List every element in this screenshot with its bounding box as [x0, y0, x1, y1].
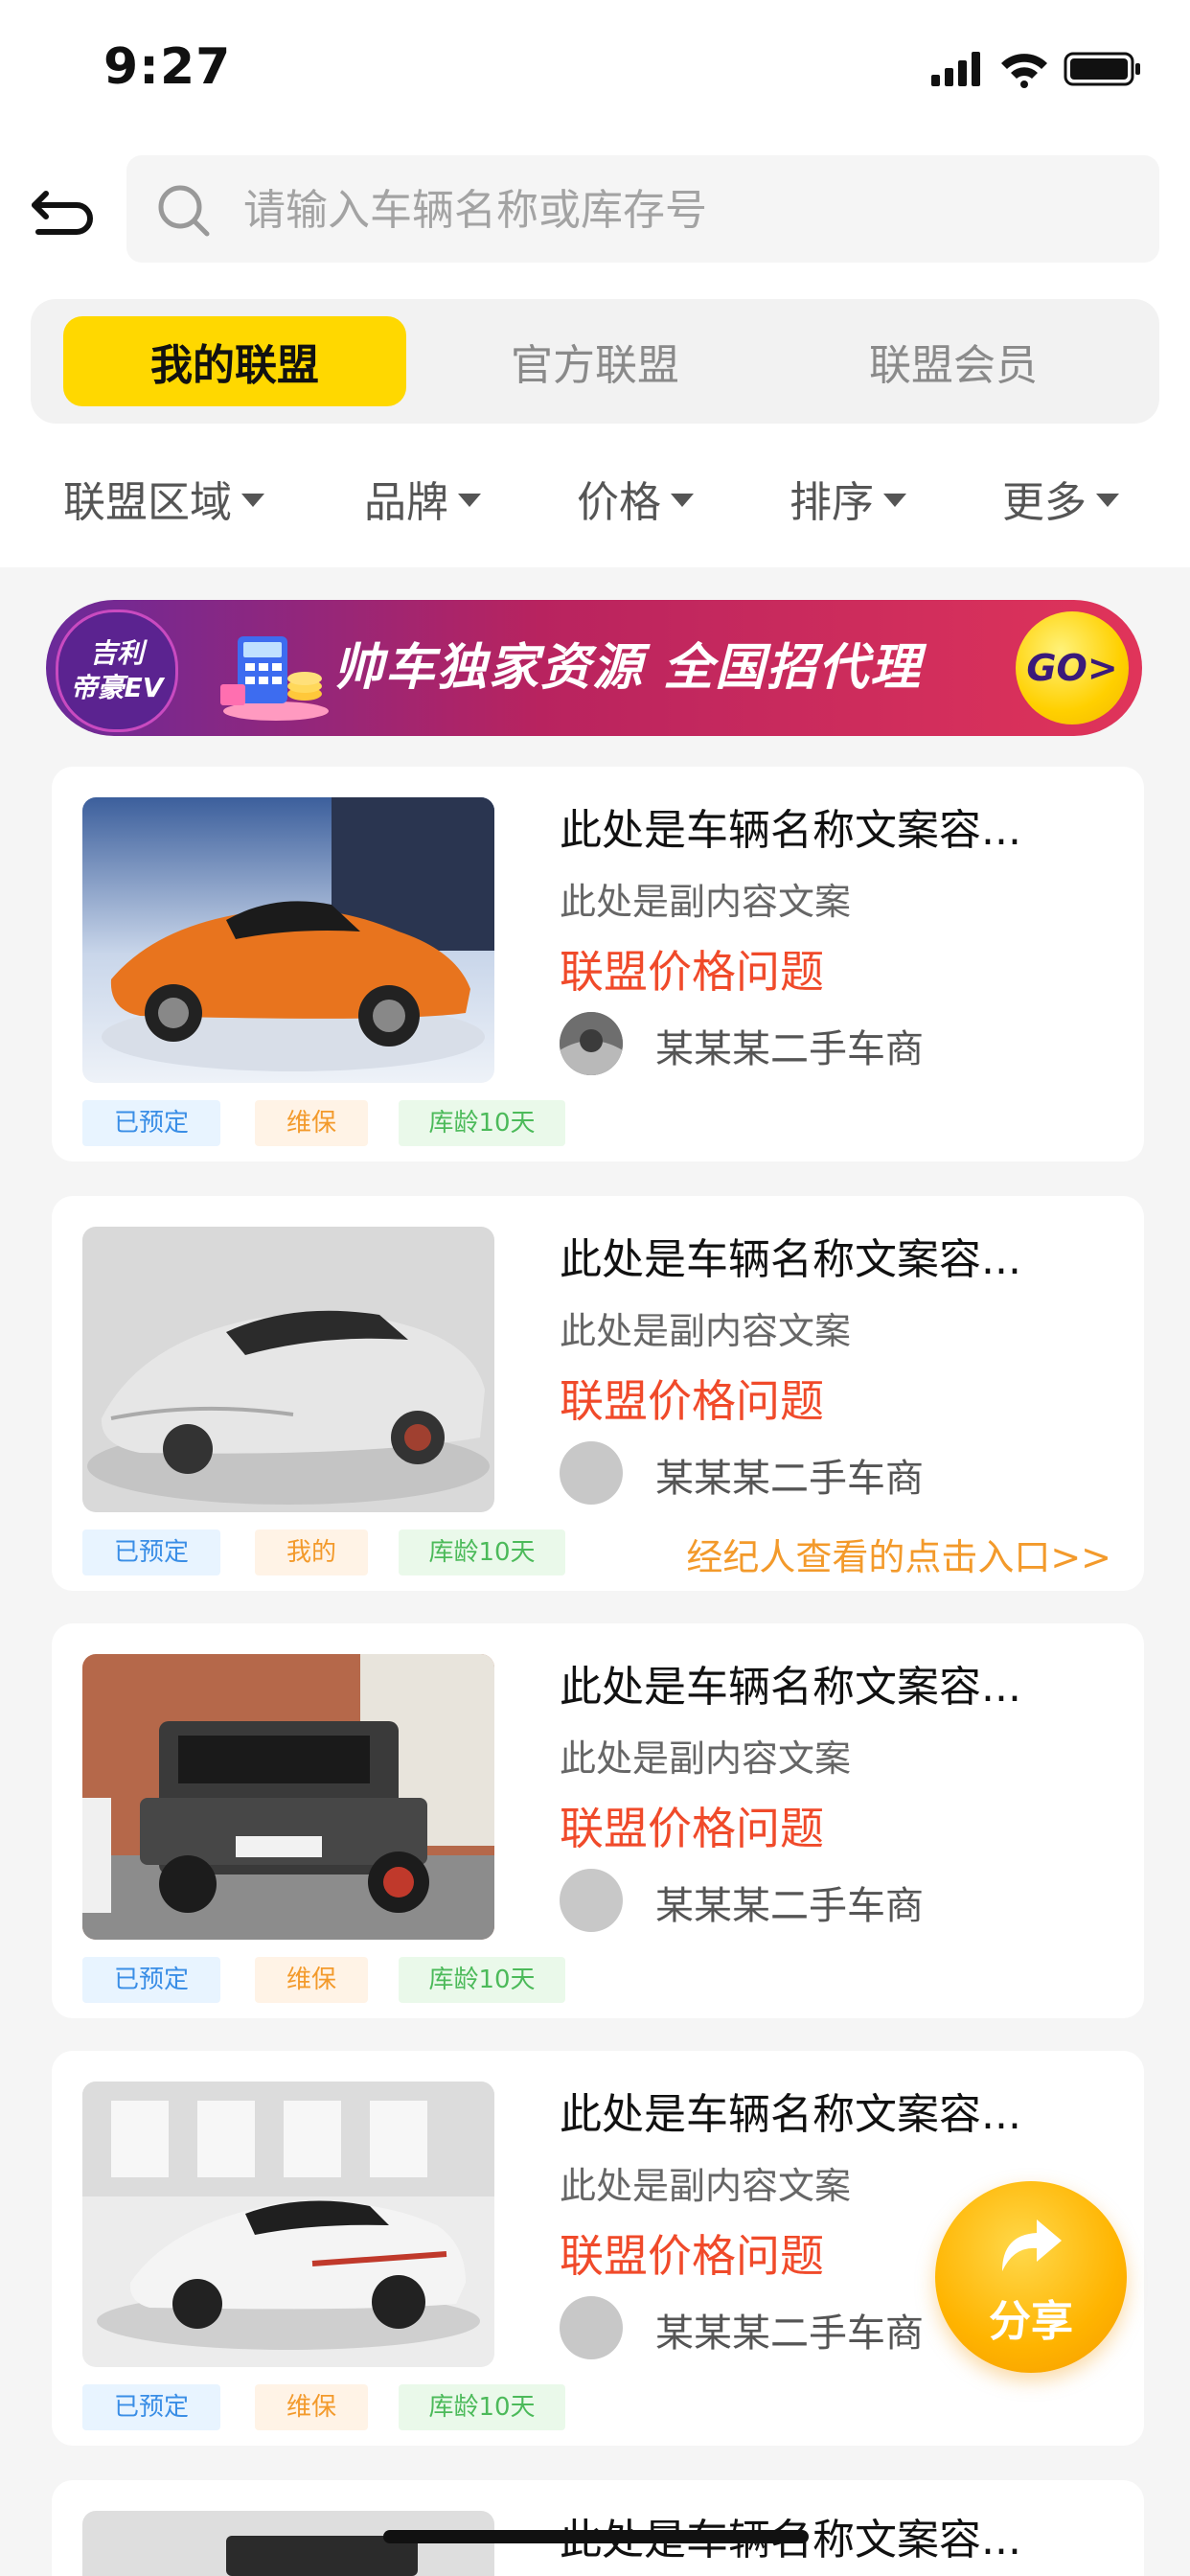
listing-card[interactable]: 此处是车辆名称文案容... 此处是副内容文案 联盟价格问题 某某某二手车商 已预…: [52, 767, 1144, 1162]
filter-sort[interactable]: 排序: [790, 460, 906, 537]
share-button[interactable]: 分享: [935, 2181, 1127, 2373]
tab-bar: 我的联盟 官方联盟 联盟会员: [31, 299, 1159, 424]
wifi-icon: [1001, 54, 1047, 88]
filter-label: 联盟区域: [63, 478, 232, 527]
back-arrow-icon: [32, 191, 93, 235]
listing-card[interactable]: 此处是车辆名称文案容... 此处是副内容文案 联盟价格问题 某某某二手车商 已预…: [52, 1623, 1144, 2018]
car-name: 此处是车辆名称文案容...: [560, 1235, 1021, 1284]
tab-my-alliance[interactable]: 我的联盟: [63, 316, 406, 406]
filter-bar: 联盟区域 品牌 价格 排序 更多: [0, 460, 1190, 537]
alliance-price: 联盟价格问题: [560, 946, 824, 998]
search-icon: [158, 185, 210, 237]
seller-avatar: [560, 1012, 623, 1075]
car-subtitle: 此处是副内容文案: [560, 881, 852, 923]
tag-maintenance: 维保: [255, 2384, 368, 2430]
banner-badge-line2: 帝豪EV: [70, 672, 164, 703]
tag-reserved: 已预定: [82, 2384, 220, 2430]
status-time: 9:27: [103, 38, 232, 96]
car-name: 此处是车辆名称文案容...: [560, 806, 1021, 855]
car-subtitle: 此处是副内容文案: [560, 1737, 852, 1780]
caret-down-icon: [1096, 494, 1119, 507]
tag-stock-age: 库龄10天: [399, 1100, 565, 1146]
seller-avatar: [560, 2296, 623, 2359]
home-indicator: [383, 2530, 809, 2543]
calculator-coins-icon: [220, 636, 329, 721]
filter-label: 排序: [790, 478, 874, 527]
promo-banner[interactable]: 吉利 帝豪EV 帅车独家资源 全国招代理 GO>: [46, 600, 1142, 736]
agent-view-link[interactable]: 经纪人查看的点击入口>>: [686, 1528, 1111, 1580]
seller-name: 某某某二手车商: [655, 2312, 924, 2356]
seller-name: 某某某二手车商: [655, 1457, 924, 1501]
header-area: 9:27 请输入车辆名称或库存号 我的联盟 官方联盟 联盟会员 联盟区域 品牌 …: [0, 0, 1190, 567]
tag-maintenance: 维保: [255, 1957, 368, 2003]
car-name: 此处是车辆名称文案容...: [560, 1663, 1021, 1712]
status-icons: [931, 50, 1142, 88]
tag-stock-age: 库龄10天: [399, 2384, 565, 2430]
car-subtitle: 此处是副内容文案: [560, 1310, 852, 1352]
listing-card[interactable]: 此处是车辆名称文案容... 此处是副内容文案 联盟价格问题 某某某二手车商 已预…: [52, 1196, 1144, 1591]
search-bar[interactable]: [126, 155, 1159, 264]
caret-down-icon: [671, 494, 694, 507]
banner-badge-line1: 吉利: [89, 637, 144, 669]
search-input[interactable]: [241, 155, 1108, 264]
tag-reserved: 已预定: [82, 1530, 220, 1576]
banner-title: 帅车独家资源 全国招代理: [333, 639, 923, 697]
battery-icon: [1064, 52, 1140, 86]
car-photo: [82, 1654, 494, 1940]
seller-avatar: [560, 1869, 623, 1932]
tag-stock-age: 库龄10天: [399, 1530, 565, 1576]
tag-mine: 我的: [255, 1530, 368, 1576]
car-photo: [82, 2082, 494, 2367]
car-photo: [82, 1227, 494, 1512]
filter-brand[interactable]: 品牌: [364, 460, 481, 537]
filter-more[interactable]: 更多: [1002, 460, 1119, 537]
filter-label: 品牌: [364, 478, 448, 527]
tab-alliance-members[interactable]: 联盟会员: [782, 316, 1125, 406]
tag-stock-age: 库龄10天: [399, 1957, 565, 2003]
banner-go-button[interactable]: GO>: [1016, 611, 1129, 724]
caret-down-icon: [241, 494, 264, 507]
filter-label: 价格: [577, 478, 661, 527]
share-arrow-icon: [1002, 2220, 1062, 2271]
back-button[interactable]: [29, 174, 98, 243]
tab-official-alliance[interactable]: 官方联盟: [423, 316, 767, 406]
seller-name: 某某某二手车商: [655, 1884, 924, 1928]
caret-down-icon: [458, 494, 481, 507]
seller-name: 某某某二手车商: [655, 1027, 924, 1071]
share-label: 分享: [989, 2297, 1073, 2346]
tag-reserved: 已预定: [82, 1957, 220, 2003]
caret-down-icon: [883, 494, 906, 507]
alliance-price: 联盟价格问题: [560, 2230, 824, 2282]
banner-brand-badge: 吉利 帝豪EV: [56, 610, 178, 732]
listing-card[interactable]: 此处是车辆名称文案容...: [52, 2480, 1144, 2576]
filter-price[interactable]: 价格: [577, 460, 694, 537]
car-photo: [82, 797, 494, 1083]
signal-icon: [931, 52, 980, 86]
seller-avatar: [560, 1441, 623, 1505]
alliance-price: 联盟价格问题: [560, 1803, 824, 1854]
tag-reserved: 已预定: [82, 1100, 220, 1146]
alliance-price: 联盟价格问题: [560, 1375, 824, 1427]
filter-label: 更多: [1002, 478, 1087, 527]
car-photo: [82, 2511, 494, 2576]
filter-region[interactable]: 联盟区域: [63, 460, 264, 537]
car-name: 此处是车辆名称文案容...: [560, 2090, 1021, 2139]
tag-maintenance: 维保: [255, 1100, 368, 1146]
car-subtitle: 此处是副内容文案: [560, 2165, 852, 2207]
